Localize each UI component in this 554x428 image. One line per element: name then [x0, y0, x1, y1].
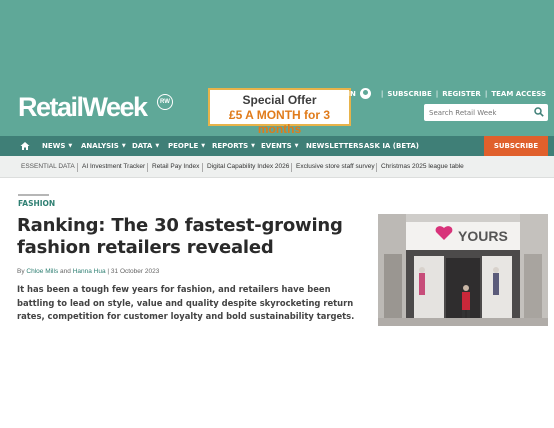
nav-analysis[interactable]: ANALYSIS ▼	[81, 136, 126, 156]
nav-newsletters[interactable]: NEWSLETTERS	[306, 136, 364, 156]
store-sign: YOURS	[458, 228, 508, 244]
retail-week-logo[interactable]: RetailWeek	[18, 92, 148, 123]
article-category[interactable]: FASHION	[18, 199, 55, 208]
chevron-down-icon: ▼	[251, 143, 256, 149]
register-link[interactable]: REGISTER	[442, 90, 481, 98]
nav-events[interactable]: EVENTS ▼	[261, 136, 299, 156]
divider	[147, 163, 148, 172]
nav-people-label: PEOPLE	[168, 142, 199, 150]
byline-prefix: By	[17, 268, 25, 275]
divider	[77, 163, 78, 172]
nav-reports-label: REPORTS	[212, 142, 249, 150]
byline-and: and	[60, 268, 71, 275]
nav-data[interactable]: DATA ▼	[132, 136, 159, 156]
article-date: 31 October 2023	[110, 268, 160, 275]
chevron-down-icon: ▼	[121, 143, 126, 149]
user-icon[interactable]	[359, 88, 371, 99]
byline-separator: |	[107, 268, 110, 275]
subbar-link-pay-index[interactable]: Retail Pay Index	[152, 156, 199, 178]
offer-price: £5 A MONTH	[228, 108, 301, 122]
chevron-down-icon: ▼	[294, 143, 299, 149]
divider	[376, 163, 377, 172]
article-standfirst: It has been a tough few years for fashio…	[17, 284, 355, 321]
essential-data-label: ESSENTIAL DATA	[21, 163, 75, 170]
subbar-link-staff-survey[interactable]: Exclusive store staff survey	[296, 156, 375, 178]
account-links: SIGN IN | SUBSCRIBE | REGISTER | TEAM AC…	[326, 88, 546, 99]
nav-news[interactable]: NEWS ▼	[42, 136, 72, 156]
chevron-down-icon: ▼	[155, 143, 160, 149]
author-link[interactable]: Chloe Mills	[26, 268, 58, 275]
article-byline: By Chloe Mills and Hanna Hua | 31 Octobe…	[17, 268, 159, 275]
main-nav: NEWS ▼ ANALYSIS ▼ DATA ▼ PEOPLE ▼ REPORTS ▼ E…	[0, 136, 554, 156]
search-input[interactable]	[424, 104, 548, 121]
article-hero-image: YOURS	[378, 214, 548, 326]
divider: |	[484, 89, 488, 98]
subbar-link-digital-capability[interactable]: Digital Capability Index 2026	[207, 156, 289, 178]
home-icon[interactable]	[20, 141, 30, 151]
nav-reports[interactable]: REPORTS ▼	[212, 136, 255, 156]
essential-data-bar: ESSENTIAL DATA AI Investment Tracker Ret…	[0, 156, 554, 178]
category-rule	[18, 194, 49, 196]
divider	[202, 163, 203, 172]
offer-line: £5 A MONTH for 3 months	[210, 108, 349, 136]
nav-news-label: NEWS	[42, 142, 66, 150]
divider: |	[380, 89, 384, 98]
chevron-down-icon: ▼	[201, 143, 206, 149]
subbar-link-ai-tracker[interactable]: AI Investment Tracker	[82, 156, 145, 178]
nav-people[interactable]: PEOPLE ▼	[168, 136, 205, 156]
divider	[291, 163, 292, 172]
chevron-down-icon: ▼	[68, 143, 73, 149]
author-link[interactable]: Hanna Hua	[73, 268, 106, 275]
logo-badge: RW	[157, 94, 173, 110]
page: RetailWeek RW Special Offer £5 A MONTH f…	[0, 0, 554, 428]
team-access-link[interactable]: TEAM ACCESS	[491, 90, 546, 98]
search-icon[interactable]	[534, 107, 544, 117]
site-header: RetailWeek RW Special Offer £5 A MONTH f…	[0, 0, 554, 136]
nav-data-label: DATA	[132, 142, 153, 150]
nav-ask-ia[interactable]: ASK IA (BETA)	[364, 136, 419, 156]
subscribe-now-button[interactable]: SUBSCRIBE NOW	[484, 136, 548, 170]
sign-in-link[interactable]: SIGN IN	[326, 90, 356, 98]
subbar-link-league-table[interactable]: Christmas 2025 league table	[381, 156, 464, 178]
subscribe-link[interactable]: SUBSCRIBE	[387, 90, 431, 98]
nav-events-label: EVENTS	[261, 142, 292, 150]
nav-analysis-label: ANALYSIS	[81, 142, 119, 150]
divider: |	[435, 89, 439, 98]
article-headline: Ranking: The 30 fastest-growing fashion …	[17, 215, 343, 258]
